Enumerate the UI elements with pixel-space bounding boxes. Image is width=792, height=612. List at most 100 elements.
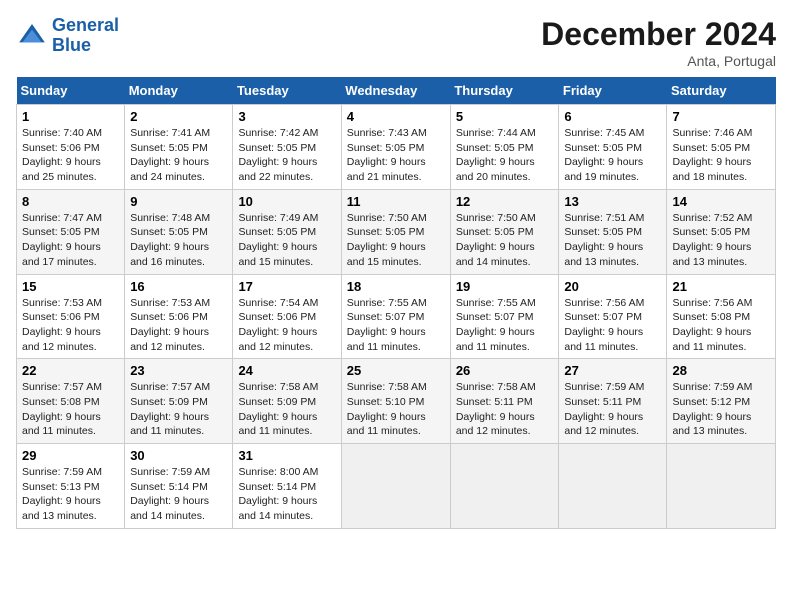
calendar-cell bbox=[559, 444, 667, 529]
weekday-header-tuesday: Tuesday bbox=[233, 77, 341, 105]
day-info: Sunrise: 7:44 AM Sunset: 5:05 PM Dayligh… bbox=[456, 126, 554, 185]
day-number: 13 bbox=[564, 194, 661, 209]
weekday-header-thursday: Thursday bbox=[450, 77, 559, 105]
weekday-header-sunday: Sunday bbox=[17, 77, 125, 105]
day-info: Sunrise: 7:57 AM Sunset: 5:08 PM Dayligh… bbox=[22, 380, 119, 439]
calendar-cell: 19 Sunrise: 7:55 AM Sunset: 5:07 PM Dayli… bbox=[450, 274, 559, 359]
calendar-cell: 20Sunrise: 7:56 AM Sunset: 5:07 PM Dayli… bbox=[559, 274, 667, 359]
calendar-cell: 9 Sunrise: 7:48 AM Sunset: 5:05 PM Daylig… bbox=[125, 189, 233, 274]
calendar-cell: 7 Sunrise: 7:46 AM Sunset: 5:05 PM Daylig… bbox=[667, 105, 776, 190]
day-info: Sunrise: 7:55 AM Sunset: 5:07 PM Dayligh… bbox=[456, 296, 554, 355]
calendar-cell: 8Sunrise: 7:47 AM Sunset: 5:05 PM Daylig… bbox=[17, 189, 125, 274]
day-number: 6 bbox=[564, 109, 661, 124]
calendar-week-1: 1 Sunrise: 7:40 AM Sunset: 5:06 PM Daylig… bbox=[17, 105, 776, 190]
weekday-header-friday: Friday bbox=[559, 77, 667, 105]
calendar-cell: 10Sunrise: 7:49 AM Sunset: 5:05 PM Dayli… bbox=[233, 189, 341, 274]
day-number: 3 bbox=[238, 109, 335, 124]
day-number: 15 bbox=[22, 279, 119, 294]
day-info: Sunrise: 7:57 AM Sunset: 5:09 PM Dayligh… bbox=[130, 380, 227, 439]
calendar-cell: 2 Sunrise: 7:41 AM Sunset: 5:05 PM Daylig… bbox=[125, 105, 233, 190]
page-header: General Blue December 2024 Anta, Portuga… bbox=[16, 16, 776, 69]
day-number: 5 bbox=[456, 109, 554, 124]
day-info: Sunrise: 7:48 AM Sunset: 5:05 PM Dayligh… bbox=[130, 211, 227, 270]
day-number: 7 bbox=[672, 109, 770, 124]
weekday-header-saturday: Saturday bbox=[667, 77, 776, 105]
location: Anta, Portugal bbox=[541, 53, 776, 69]
calendar-cell: 15 Sunrise: 7:53 AM Sunset: 5:06 PM Dayli… bbox=[17, 274, 125, 359]
calendar-cell: 22 Sunrise: 7:57 AM Sunset: 5:08 PM Dayli… bbox=[17, 359, 125, 444]
day-number: 9 bbox=[130, 194, 227, 209]
calendar-cell: 21 Sunrise: 7:56 AM Sunset: 5:08 PM Dayli… bbox=[667, 274, 776, 359]
calendar-week-2: 8Sunrise: 7:47 AM Sunset: 5:05 PM Daylig… bbox=[17, 189, 776, 274]
day-number: 30 bbox=[130, 448, 227, 463]
day-info: Sunrise: 7:58 AM Sunset: 5:10 PM Dayligh… bbox=[347, 380, 445, 439]
day-info: Sunrise: 7:41 AM Sunset: 5:05 PM Dayligh… bbox=[130, 126, 227, 185]
day-info: Sunrise: 7:59 AM Sunset: 5:13 PM Dayligh… bbox=[22, 465, 119, 524]
calendar-cell: 28 Sunrise: 7:59 AM Sunset: 5:12 PM Dayli… bbox=[667, 359, 776, 444]
calendar-cell: 24 Sunrise: 7:58 AM Sunset: 5:09 PM Dayli… bbox=[233, 359, 341, 444]
title-area: December 2024 Anta, Portugal bbox=[541, 16, 776, 69]
day-info: Sunrise: 7:43 AM Sunset: 5:05 PM Dayligh… bbox=[347, 126, 445, 185]
day-number: 29 bbox=[22, 448, 119, 463]
day-number: 12 bbox=[456, 194, 554, 209]
calendar-cell: 13 Sunrise: 7:51 AM Sunset: 5:05 PM Dayli… bbox=[559, 189, 667, 274]
month-title: December 2024 bbox=[541, 16, 776, 53]
day-info: Sunrise: 7:46 AM Sunset: 5:05 PM Dayligh… bbox=[672, 126, 770, 185]
day-info: Sunrise: 7:50 AM Sunset: 5:05 PM Dayligh… bbox=[347, 211, 445, 270]
day-number: 4 bbox=[347, 109, 445, 124]
calendar-cell: 11Sunrise: 7:50 AM Sunset: 5:05 PM Dayli… bbox=[341, 189, 450, 274]
day-info: Sunrise: 7:58 AM Sunset: 5:11 PM Dayligh… bbox=[456, 380, 554, 439]
day-info: Sunrise: 7:54 AM Sunset: 5:06 PM Dayligh… bbox=[238, 296, 335, 355]
day-info: Sunrise: 7:59 AM Sunset: 5:14 PM Dayligh… bbox=[130, 465, 227, 524]
calendar-cell: 14Sunrise: 7:52 AM Sunset: 5:05 PM Dayli… bbox=[667, 189, 776, 274]
calendar-cell: 25Sunrise: 7:58 AM Sunset: 5:10 PM Dayli… bbox=[341, 359, 450, 444]
day-number: 24 bbox=[238, 363, 335, 378]
calendar-cell: 6 Sunrise: 7:45 AM Sunset: 5:05 PM Daylig… bbox=[559, 105, 667, 190]
day-number: 28 bbox=[672, 363, 770, 378]
day-info: Sunrise: 7:59 AM Sunset: 5:11 PM Dayligh… bbox=[564, 380, 661, 439]
day-number: 17 bbox=[238, 279, 335, 294]
calendar-week-3: 15 Sunrise: 7:53 AM Sunset: 5:06 PM Dayli… bbox=[17, 274, 776, 359]
calendar-week-4: 22 Sunrise: 7:57 AM Sunset: 5:08 PM Dayli… bbox=[17, 359, 776, 444]
calendar-cell bbox=[450, 444, 559, 529]
day-number: 21 bbox=[672, 279, 770, 294]
day-number: 26 bbox=[456, 363, 554, 378]
day-info: Sunrise: 7:58 AM Sunset: 5:09 PM Dayligh… bbox=[238, 380, 335, 439]
calendar-cell: 3Sunrise: 7:42 AM Sunset: 5:05 PM Daylig… bbox=[233, 105, 341, 190]
calendar-cell: 18Sunrise: 7:55 AM Sunset: 5:07 PM Dayli… bbox=[341, 274, 450, 359]
calendar-cell: 23 Sunrise: 7:57 AM Sunset: 5:09 PM Dayli… bbox=[125, 359, 233, 444]
calendar-cell: 16 Sunrise: 7:53 AM Sunset: 5:06 PM Dayli… bbox=[125, 274, 233, 359]
logo-line1: General bbox=[52, 15, 119, 35]
day-info: Sunrise: 8:00 AM Sunset: 5:14 PM Dayligh… bbox=[238, 465, 335, 524]
day-number: 19 bbox=[456, 279, 554, 294]
day-info: Sunrise: 7:50 AM Sunset: 5:05 PM Dayligh… bbox=[456, 211, 554, 270]
calendar-cell: 1 Sunrise: 7:40 AM Sunset: 5:06 PM Daylig… bbox=[17, 105, 125, 190]
calendar-cell: 27 Sunrise: 7:59 AM Sunset: 5:11 PM Dayli… bbox=[559, 359, 667, 444]
day-info: Sunrise: 7:52 AM Sunset: 5:05 PM Dayligh… bbox=[672, 211, 770, 270]
weekday-header-wednesday: Wednesday bbox=[341, 77, 450, 105]
day-number: 1 bbox=[22, 109, 119, 124]
calendar-cell: 29 Sunrise: 7:59 AM Sunset: 5:13 PM Dayli… bbox=[17, 444, 125, 529]
logo: General Blue bbox=[16, 16, 119, 56]
day-info: Sunrise: 7:45 AM Sunset: 5:05 PM Dayligh… bbox=[564, 126, 661, 185]
day-info: Sunrise: 7:51 AM Sunset: 5:05 PM Dayligh… bbox=[564, 211, 661, 270]
logo-icon bbox=[16, 20, 48, 52]
day-info: Sunrise: 7:56 AM Sunset: 5:08 PM Dayligh… bbox=[672, 296, 770, 355]
day-number: 16 bbox=[130, 279, 227, 294]
calendar-week-5: 29 Sunrise: 7:59 AM Sunset: 5:13 PM Dayli… bbox=[17, 444, 776, 529]
day-number: 22 bbox=[22, 363, 119, 378]
calendar-cell: 5 Sunrise: 7:44 AM Sunset: 5:05 PM Daylig… bbox=[450, 105, 559, 190]
day-number: 10 bbox=[238, 194, 335, 209]
day-info: Sunrise: 7:53 AM Sunset: 5:06 PM Dayligh… bbox=[130, 296, 227, 355]
day-info: Sunrise: 7:59 AM Sunset: 5:12 PM Dayligh… bbox=[672, 380, 770, 439]
day-info: Sunrise: 7:53 AM Sunset: 5:06 PM Dayligh… bbox=[22, 296, 119, 355]
logo-text: General Blue bbox=[52, 16, 119, 56]
day-number: 27 bbox=[564, 363, 661, 378]
logo-line2: Blue bbox=[52, 35, 91, 55]
calendar-cell: 12 Sunrise: 7:50 AM Sunset: 5:05 PM Dayli… bbox=[450, 189, 559, 274]
calendar-cell bbox=[667, 444, 776, 529]
day-info: Sunrise: 7:40 AM Sunset: 5:06 PM Dayligh… bbox=[22, 126, 119, 185]
day-number: 2 bbox=[130, 109, 227, 124]
day-number: 23 bbox=[130, 363, 227, 378]
weekday-header-row: SundayMondayTuesdayWednesdayThursdayFrid… bbox=[17, 77, 776, 105]
